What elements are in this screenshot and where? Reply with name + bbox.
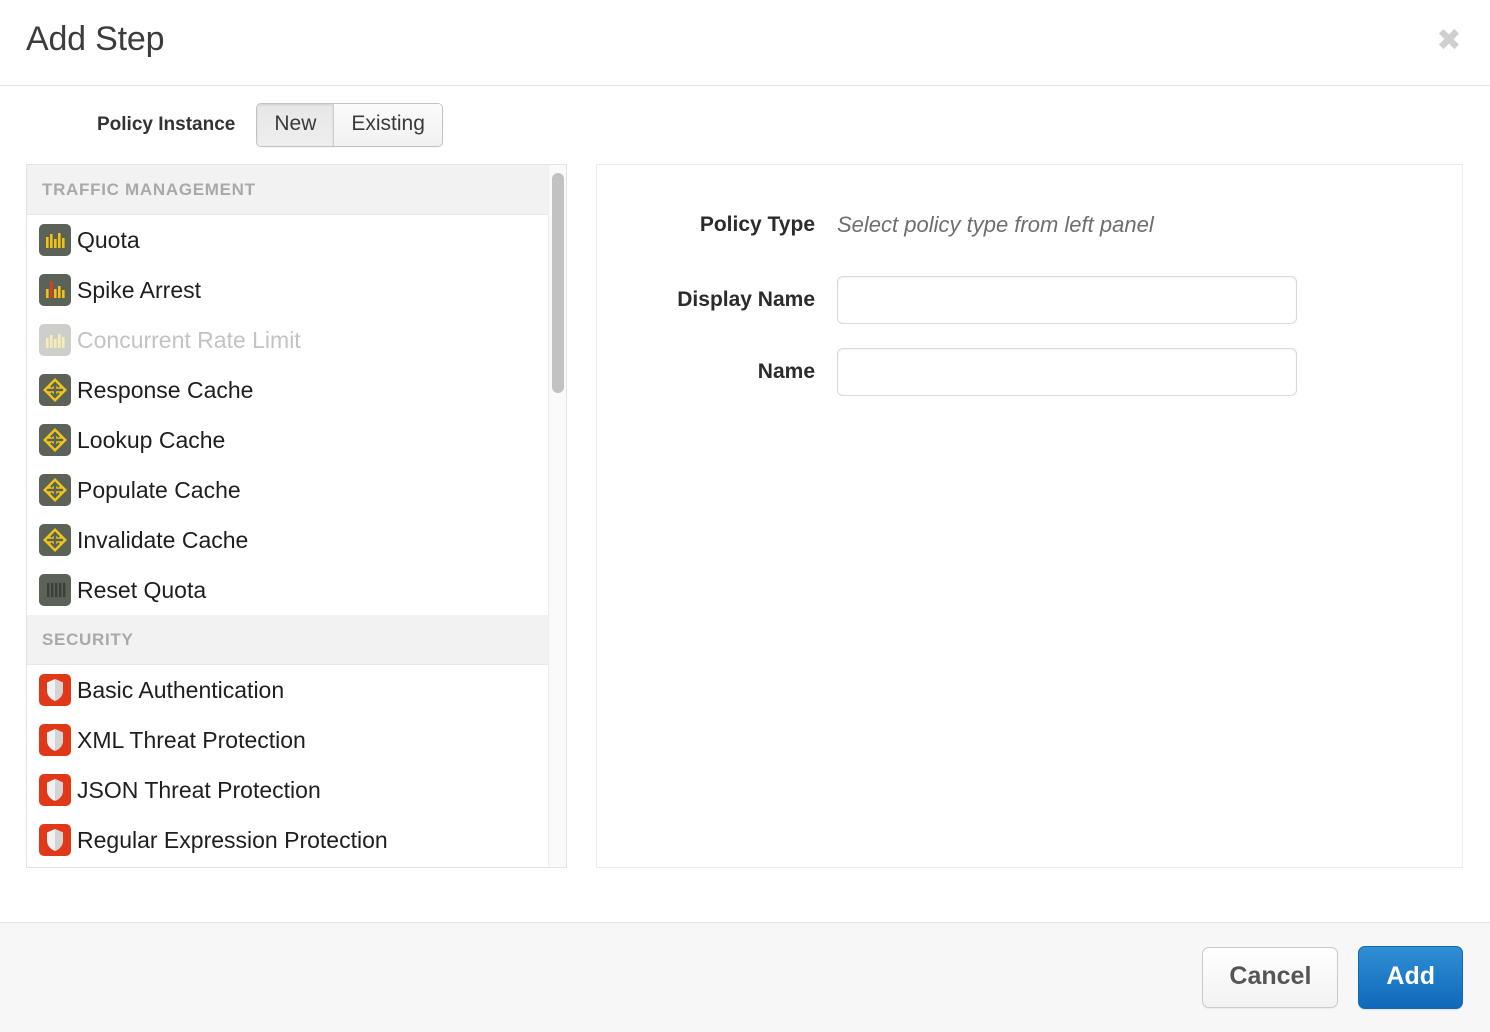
policy-section-header: TRAFFIC MANAGEMENT (27, 165, 566, 215)
dialog-footer: Cancel Add (0, 922, 1490, 1032)
policy-list-item-label: JSON Threat Protection (77, 777, 321, 804)
policy-list-item-label: Invalidate Cache (77, 527, 248, 554)
policy-list-item[interactable]: Spike Arrest (27, 265, 566, 315)
close-icon[interactable]: ✖ (1430, 22, 1468, 60)
policy-list-item-label: Quota (77, 227, 140, 254)
policy-list-item[interactable]: XML Threat Protection (27, 715, 566, 765)
name-input[interactable] (837, 348, 1297, 396)
policy-list-item[interactable]: JSON Threat Protection (27, 765, 566, 815)
policy-instance-toggle-group: New Existing (256, 103, 443, 147)
policy-list[interactable]: TRAFFIC MANAGEMENT Quota Spike Arrest Concu… (27, 165, 566, 865)
policy-list-item[interactable]: Lookup Cache (27, 415, 566, 465)
cache-diamond-icon (39, 374, 71, 406)
policy-list-item[interactable]: Response Cache (27, 365, 566, 415)
reset-quota-bars-icon (39, 574, 71, 606)
name-row: Name (597, 348, 1462, 396)
policy-type-row: Policy Type Select policy type from left… (597, 212, 1462, 238)
cache-diamond-icon (39, 424, 71, 456)
display-name-row: Display Name (597, 276, 1462, 324)
policy-instance-label: Policy Instance (97, 114, 235, 136)
policy-list-item-label: Basic Authentication (77, 677, 284, 704)
policy-list-item-label: Concurrent Rate Limit (77, 327, 301, 354)
shield-icon (39, 774, 71, 806)
shield-icon (39, 674, 71, 706)
policy-list-item-label: Spike Arrest (77, 277, 201, 304)
concurrent-rate-limit-bars-icon (39, 324, 71, 356)
policy-instance-row: Policy Instance New Existing (0, 86, 1490, 164)
cancel-button[interactable]: Cancel (1202, 947, 1338, 1008)
dialog-body: TRAFFIC MANAGEMENT Quota Spike Arrest Concu… (0, 164, 1490, 922)
policy-instance-existing-button[interactable]: Existing (333, 104, 442, 146)
policy-list-item[interactable]: Regular Expression Protection (27, 815, 566, 865)
policy-list-item[interactable]: Quota (27, 215, 566, 265)
spike-arrest-bars-icon (39, 274, 71, 306)
add-step-dialog: Add Step ✖ Policy Instance New Existing … (0, 0, 1490, 1032)
policy-list-item[interactable]: Invalidate Cache (27, 515, 566, 565)
cache-diamond-icon (39, 524, 71, 556)
policy-type-label: Policy Type (597, 213, 837, 237)
quota-bars-icon (39, 224, 71, 256)
shield-icon (39, 724, 71, 756)
policy-list-item-label: XML Threat Protection (77, 727, 306, 754)
policy-list-item-label: Populate Cache (77, 477, 241, 504)
page-title: Add Step (26, 20, 164, 59)
policy-list-item-label: Response Cache (77, 377, 253, 404)
policy-list-panel: TRAFFIC MANAGEMENT Quota Spike Arrest Concu… (26, 164, 567, 868)
display-name-input[interactable] (837, 276, 1297, 324)
display-name-label: Display Name (597, 288, 837, 312)
shield-icon (39, 824, 71, 856)
name-label: Name (597, 360, 837, 384)
policy-list-item-label: Reset Quota (77, 577, 206, 604)
policy-list-item: Concurrent Rate Limit (27, 315, 566, 365)
policy-list-item[interactable]: Populate Cache (27, 465, 566, 515)
dialog-header: Add Step ✖ (0, 0, 1490, 86)
policy-type-value: Select policy type from left panel (837, 212, 1154, 238)
policy-list-item[interactable]: Reset Quota (27, 565, 566, 615)
policy-instance-new-button[interactable]: New (257, 104, 333, 146)
policy-list-scrollbar-thumb[interactable] (552, 173, 564, 393)
policy-list-item-label: Regular Expression Protection (77, 827, 388, 854)
policy-list-item[interactable]: Basic Authentication (27, 665, 566, 715)
add-button[interactable]: Add (1358, 946, 1463, 1009)
cache-diamond-icon (39, 474, 71, 506)
policy-section-header: SECURITY (27, 615, 566, 665)
policy-list-scrollbar[interactable] (548, 165, 566, 867)
policy-detail-panel: Policy Type Select policy type from left… (596, 164, 1463, 868)
policy-list-item-label: Lookup Cache (77, 427, 225, 454)
